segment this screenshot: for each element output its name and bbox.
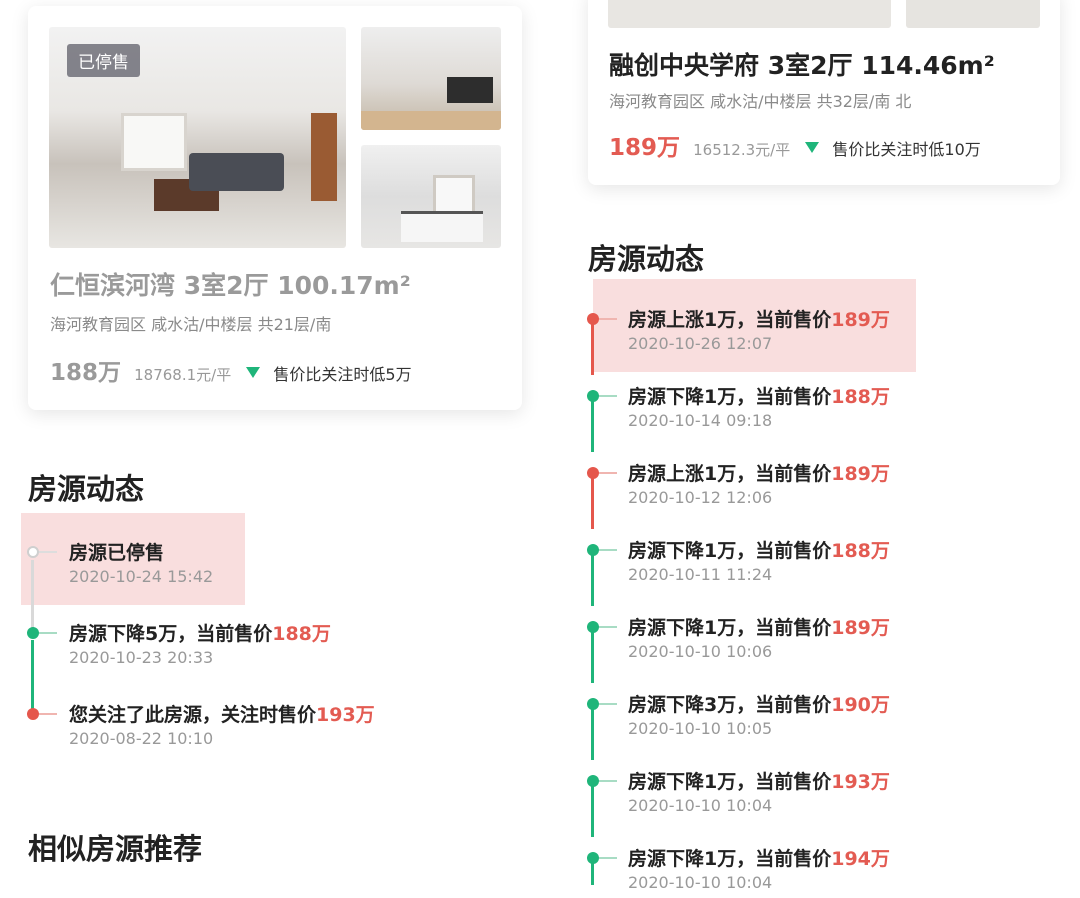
event-text: 房源下降5万，当前售价 [69,623,273,645]
event-price: 188万 [831,386,890,408]
status-dot-icon [27,546,39,558]
event-time: 2020-10-11 11:24 [628,565,773,584]
event-time: 2020-10-12 12:06 [628,488,773,507]
event-time: 2020-08-22 10:10 [69,729,214,748]
down-dot-icon [587,775,599,787]
down-dot-icon [587,621,599,633]
event-text: 房源下降1万，当前售价 [628,386,832,408]
price-down-icon [805,142,820,153]
event-text: 房源下降1万，当前售价 [628,617,832,639]
listing-price: 188万 [50,360,122,386]
event-time: 2020-10-10 10:04 [628,873,773,892]
event-price: 189万 [831,309,890,331]
event-text: 房源下降1万，当前售价 [628,540,832,562]
event-time: 2020-10-14 09:18 [628,411,773,430]
listing-photo-3[interactable] [361,145,501,248]
up-dot-icon [587,467,599,479]
event-price: 194万 [831,848,890,870]
unit-price: 16512.3元/平 [693,141,791,159]
price-line: 189万 16512.3元/平 售价比关注时低10万 [609,128,981,162]
event-text: 房源上涨1万，当前售价 [628,463,832,485]
event-price: 189万 [831,617,890,639]
price-note: 售价比关注时低10万 [832,140,981,159]
price-note: 售价比关注时低5万 [273,365,412,384]
event-text: 房源上涨1万，当前售价 [628,309,832,331]
listing-card[interactable]: 融创中央学府 3室2厅 114.46m² 海河教育园区 咸水沽/中楼层 共32层… [588,0,1060,185]
event-time: 2020-10-24 15:42 [69,567,214,586]
event-price: 188万 [831,540,890,562]
follow-dot-icon [27,708,39,720]
listing-subtitle: 海河教育园区 咸水沽/中楼层 共32层/南 北 [609,92,912,111]
event-price: 190万 [831,694,890,716]
listing-main-photo[interactable] [608,0,891,28]
event-text: 房源下降3万，当前售价 [628,694,832,716]
timeline-line [31,640,34,710]
listing-photo-2[interactable] [906,0,1040,28]
price-line: 188万 18768.1元/平 售价比关注时低5万 [50,353,412,387]
left-panel: 已停售 仁恒滨河湾 3室2厅 100.17m² 海河教育园区 咸水沽/中楼层 共… [0,0,548,885]
listing-subtitle: 海河教育园区 咸水沽/中楼层 共21层/南 [50,315,332,334]
event-text: 房源下降1万，当前售价 [628,771,832,793]
event-price: 193万 [316,704,375,726]
timeline-line [31,560,34,630]
event-time: 2020-10-10 10:05 [628,719,773,738]
right-panel: 融创中央学府 3室2厅 114.46m² 海河教育园区 咸水沽/中楼层 共32层… [560,0,1080,892]
event-text: 房源下降1万，当前售价 [628,848,832,870]
down-dot-icon [587,698,599,710]
down-dot-icon [587,544,599,556]
up-dot-icon [587,313,599,325]
event-text: 房源已停售 [69,542,165,564]
listing-title: 仁恒滨河湾 3室2厅 100.17m² [50,271,411,300]
listing-photo-2[interactable] [361,27,501,130]
listing-card[interactable]: 已停售 仁恒滨河湾 3室2厅 100.17m² 海河教育园区 咸水沽/中楼层 共… [28,6,522,410]
event-time: 2020-10-26 12:07 [628,334,773,353]
event-price: 188万 [272,623,331,645]
dynamics-title: 房源动态 [28,472,145,506]
status-tag: 已停售 [67,44,140,77]
down-dot-icon [587,390,599,402]
event-text: 您关注了此房源，关注时售价 [69,704,317,726]
event-time: 2020-10-10 10:06 [628,642,773,661]
event-price: 193万 [831,771,890,793]
listing-price: 189万 [609,135,681,161]
similar-title: 相似房源推荐 [28,832,203,866]
unit-price: 18768.1元/平 [134,366,232,384]
event-time: 2020-10-10 10:04 [628,796,773,815]
event-price: 189万 [831,463,890,485]
price-down-icon [246,367,261,378]
down-dot-icon [27,627,39,639]
listing-main-photo[interactable]: 已停售 [49,27,346,248]
down-dot-icon [587,852,599,864]
event-time: 2020-10-23 20:33 [69,648,214,667]
listing-title: 融创中央学府 3室2厅 114.46m² [609,51,995,80]
dynamics-title: 房源动态 [588,242,705,276]
